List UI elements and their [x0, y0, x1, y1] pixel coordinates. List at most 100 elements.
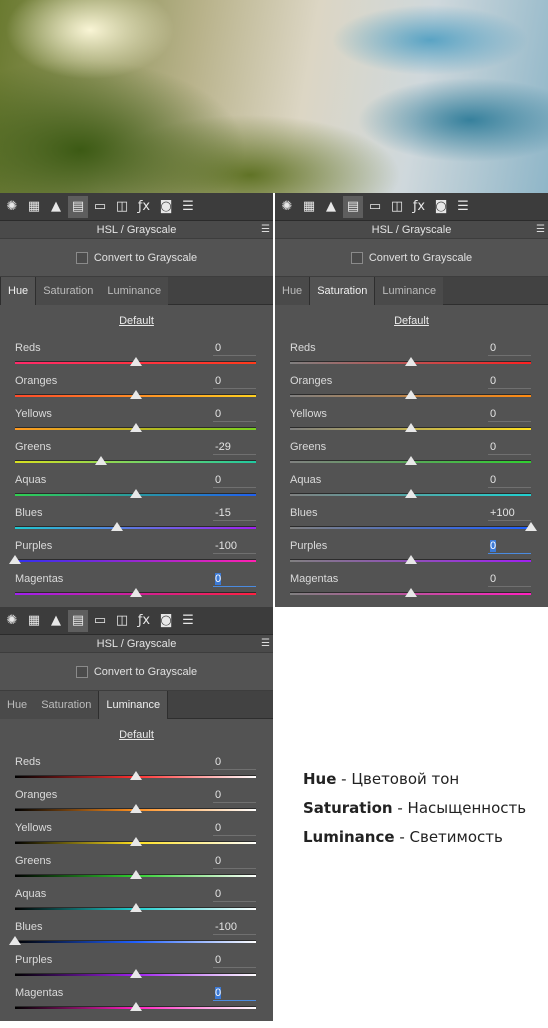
slider-value-field[interactable]: 0: [488, 408, 531, 422]
panel-menu-icon[interactable]: ☰: [261, 224, 270, 235]
slider-thumb[interactable]: [404, 456, 417, 465]
slider-value-field[interactable]: 0: [213, 789, 256, 803]
tab-saturation[interactable]: Saturation: [309, 277, 376, 305]
hsl-icon[interactable]: ▤: [68, 195, 88, 218]
slider-thumb[interactable]: [404, 489, 417, 498]
slider-thumb[interactable]: [129, 969, 142, 978]
split-toning-icon[interactable]: ▭: [365, 196, 385, 218]
split-toning-icon[interactable]: ▭: [90, 610, 110, 632]
slider-value-field[interactable]: -15: [213, 507, 256, 521]
slider-thumb[interactable]: [111, 522, 124, 531]
convert-checkbox[interactable]: [75, 665, 88, 678]
default-link[interactable]: Default: [275, 315, 548, 329]
slider-thumb[interactable]: [129, 1002, 142, 1011]
slider-thumb[interactable]: [404, 588, 417, 597]
slider-value-field[interactable]: 0: [213, 375, 256, 389]
slider-thumb[interactable]: [129, 588, 142, 597]
slider-thumb[interactable]: [129, 390, 142, 399]
camera-icon[interactable]: ◙: [156, 196, 176, 218]
convert-checkbox[interactable]: [350, 251, 363, 264]
convert-to-grayscale[interactable]: Convert to Grayscale: [0, 653, 273, 691]
convert-to-grayscale[interactable]: Convert to Grayscale: [275, 239, 548, 277]
tab-luminance[interactable]: Luminance: [100, 277, 169, 305]
lens-icon[interactable]: ◫: [387, 196, 407, 218]
aperture-icon[interactable]: ✺: [2, 610, 22, 632]
slider-value-field[interactable]: 0: [488, 342, 531, 356]
mountains-icon[interactable]: ▲: [46, 196, 66, 218]
slider-value-field[interactable]: 0: [488, 540, 531, 554]
slider-value-field[interactable]: 0: [213, 822, 256, 836]
slider-thumb[interactable]: [129, 489, 142, 498]
slider-track[interactable]: [15, 460, 256, 463]
camera-icon[interactable]: ◙: [156, 610, 176, 632]
presets-icon[interactable]: ☰: [178, 196, 198, 218]
default-link[interactable]: Default: [0, 729, 273, 743]
tab-luminance[interactable]: Luminance: [98, 691, 169, 719]
lens-icon[interactable]: ◫: [112, 196, 132, 218]
presets-icon[interactable]: ☰: [178, 610, 198, 632]
slider-thumb[interactable]: [129, 903, 142, 912]
slider-thumb[interactable]: [129, 870, 142, 879]
tab-saturation[interactable]: Saturation: [34, 691, 99, 719]
slider-value-field[interactable]: 0: [213, 888, 256, 902]
grid-icon[interactable]: ▦: [24, 610, 44, 632]
slider-value-field[interactable]: -100: [213, 921, 256, 935]
slider-thumb[interactable]: [129, 804, 142, 813]
slider-thumb[interactable]: [404, 555, 417, 564]
mountains-icon[interactable]: ▲: [46, 610, 66, 632]
slider-value-field[interactable]: 0: [213, 987, 256, 1001]
grid-icon[interactable]: ▦: [24, 196, 44, 218]
default-link[interactable]: Default: [0, 315, 273, 329]
convert-to-grayscale[interactable]: Convert to Grayscale: [0, 239, 273, 277]
slider-thumb[interactable]: [129, 423, 142, 432]
panel-menu-icon[interactable]: ☰: [261, 638, 270, 649]
fx-icon[interactable]: ƒx: [134, 196, 154, 218]
slider-value-field[interactable]: -100: [213, 540, 256, 554]
convert-checkbox[interactable]: [75, 251, 88, 264]
tab-hue[interactable]: Hue: [0, 277, 37, 305]
slider-value-field[interactable]: 0: [213, 474, 256, 488]
slider-track[interactable]: [290, 526, 531, 529]
tab-saturation[interactable]: Saturation: [36, 277, 101, 305]
aperture-icon[interactable]: ✺: [2, 196, 22, 218]
hsl-icon[interactable]: ▤: [68, 609, 88, 632]
slider-value-field[interactable]: 0: [213, 756, 256, 770]
slider-thumb[interactable]: [404, 390, 417, 399]
fx-icon[interactable]: ƒx: [134, 610, 154, 632]
slider-value-field[interactable]: 0: [213, 855, 256, 869]
slider-value-field[interactable]: 0: [213, 573, 256, 587]
slider-thumb[interactable]: [525, 522, 537, 531]
tab-hue[interactable]: Hue: [0, 691, 35, 719]
aperture-icon[interactable]: ✺: [277, 196, 297, 218]
slider-value-field[interactable]: 0: [488, 375, 531, 389]
camera-icon[interactable]: ◙: [431, 196, 451, 218]
slider-thumb[interactable]: [129, 837, 142, 846]
slider-value-field[interactable]: -29: [213, 441, 256, 455]
tab-luminance[interactable]: Luminance: [375, 277, 444, 305]
slider-value-field[interactable]: +100: [488, 507, 531, 521]
slider-value-field[interactable]: 0: [213, 408, 256, 422]
hsl-icon[interactable]: ▤: [343, 195, 363, 218]
slider-track[interactable]: [15, 940, 256, 943]
slider-thumb[interactable]: [9, 936, 21, 945]
slider-thumb[interactable]: [404, 357, 417, 366]
lens-icon[interactable]: ◫: [112, 610, 132, 632]
slider-thumb[interactable]: [129, 357, 142, 366]
slider-value-field[interactable]: 0: [488, 441, 531, 455]
slider-value-field[interactable]: 0: [213, 954, 256, 968]
tab-hue[interactable]: Hue: [275, 277, 310, 305]
panel-menu-icon[interactable]: ☰: [536, 224, 545, 235]
slider-track[interactable]: [15, 526, 256, 529]
slider-value-field[interactable]: 0: [213, 342, 256, 356]
presets-icon[interactable]: ☰: [453, 196, 473, 218]
slider-track[interactable]: [15, 559, 256, 562]
split-toning-icon[interactable]: ▭: [90, 196, 110, 218]
grid-icon[interactable]: ▦: [299, 196, 319, 218]
slider-thumb[interactable]: [9, 555, 21, 564]
fx-icon[interactable]: ƒx: [409, 196, 429, 218]
slider-value-field[interactable]: 0: [488, 573, 531, 587]
slider-thumb[interactable]: [94, 456, 107, 465]
slider-thumb[interactable]: [129, 771, 142, 780]
slider-value-field[interactable]: 0: [488, 474, 531, 488]
mountains-icon[interactable]: ▲: [321, 196, 341, 218]
